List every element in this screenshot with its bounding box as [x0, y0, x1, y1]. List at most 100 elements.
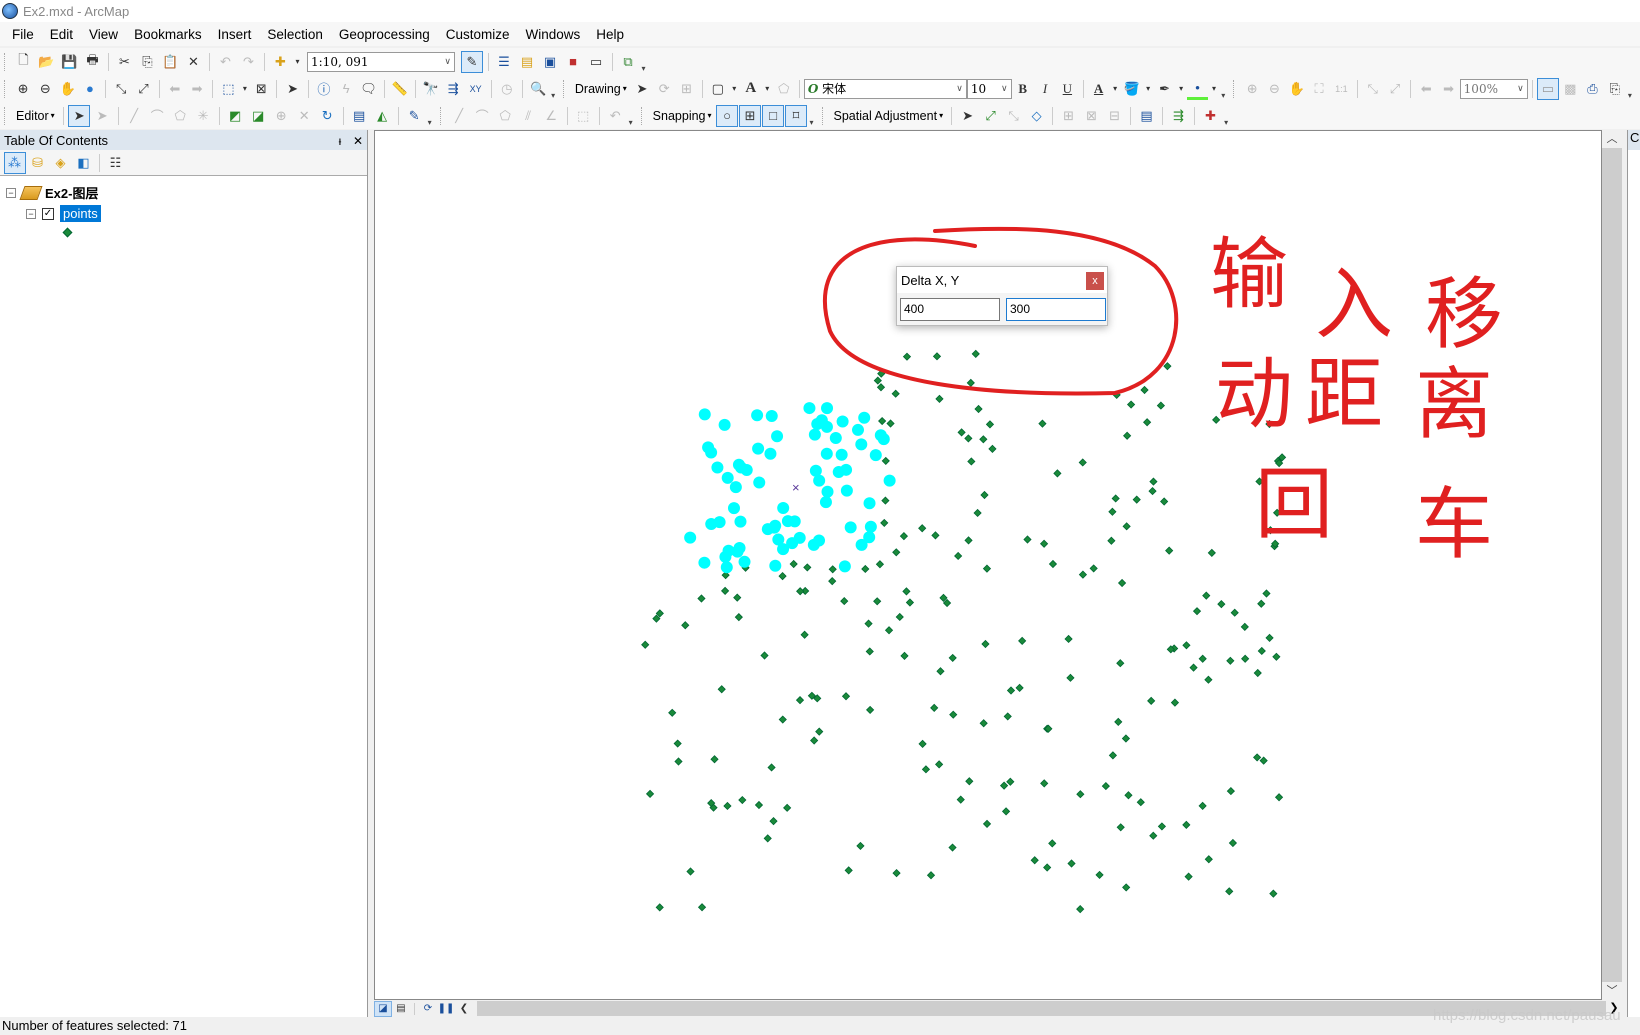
edit-tool-icon[interactable]: ➤	[68, 104, 91, 127]
point-feature[interactable]	[1116, 659, 1125, 668]
toolbar-grip[interactable]	[821, 106, 826, 125]
toolbar-grip[interactable]	[4, 106, 8, 125]
selected-point-feature[interactable]	[753, 476, 766, 489]
list-by-drawing-order-icon[interactable]: ⁂	[3, 151, 26, 174]
point-feature[interactable]	[876, 383, 886, 392]
point-feature[interactable]	[655, 903, 664, 912]
select-elements-icon[interactable]: ➤	[957, 105, 979, 127]
select-features-icon[interactable]: ⬚	[218, 78, 239, 100]
layer-name[interactable]: points	[60, 205, 101, 222]
focus-data-frame-icon[interactable]: ▩	[1560, 78, 1581, 100]
point-feature[interactable]	[873, 376, 882, 385]
point-feature[interactable]	[971, 349, 980, 358]
split-tool-icon[interactable]: ✕	[293, 105, 315, 127]
scroll-up-icon[interactable]: ︿	[1602, 130, 1622, 148]
point-feature[interactable]	[949, 710, 958, 719]
sketch-properties-icon[interactable]: ◭	[371, 105, 393, 127]
selected-point-feature[interactable]	[738, 555, 751, 568]
attributes-icon[interactable]: ▤	[348, 105, 370, 127]
point-feature[interactable]	[767, 763, 776, 772]
identify-icon[interactable]: ⓘ	[313, 78, 334, 100]
point-feature[interactable]	[1156, 401, 1166, 410]
map-canvas[interactable]: × 输入移动距离回车	[375, 131, 1602, 1000]
map-vertical-scrollbar[interactable]: ︿ ﹀	[1602, 130, 1622, 1000]
point-feature[interactable]	[841, 692, 851, 701]
pin-icon[interactable]: ᵼ	[339, 134, 342, 148]
selected-point-feature[interactable]	[811, 418, 824, 431]
selected-point-feature[interactable]	[851, 423, 864, 436]
data-driven-pages-icon[interactable]: ⎘	[1604, 78, 1625, 100]
selected-point-feature[interactable]	[855, 538, 868, 551]
menu-file[interactable]: File	[4, 27, 42, 42]
selected-point-feature[interactable]	[863, 497, 876, 510]
table-of-contents-icon[interactable]: ☰	[493, 51, 515, 73]
point-feature[interactable]	[886, 419, 895, 428]
selected-point-feature[interactable]	[821, 485, 834, 498]
point-feature[interactable]	[686, 867, 695, 876]
edit-vertices-icon[interactable]: ◩	[224, 105, 246, 127]
zoom-100-icon[interactable]: 1:1	[1331, 78, 1352, 100]
copy-parallel-icon[interactable]: ⫽	[517, 105, 539, 127]
point-feature[interactable]	[878, 416, 887, 426]
drawing-menu[interactable]: Drawing ▾	[571, 82, 631, 96]
point-feature[interactable]	[932, 352, 942, 361]
marker-color-dropdown-icon[interactable]: ▾	[1209, 78, 1219, 100]
italic-button[interactable]: I	[1034, 78, 1055, 100]
point-feature[interactable]	[754, 800, 764, 810]
point-feature[interactable]	[1265, 633, 1274, 642]
straight-segment-icon[interactable]: ╱	[123, 105, 145, 127]
point-feature[interactable]	[1066, 673, 1075, 682]
selected-point-feature[interactable]	[771, 430, 784, 443]
selected-point-feature[interactable]	[821, 402, 834, 415]
point-feature[interactable]	[1114, 717, 1123, 726]
point-feature[interactable]	[865, 647, 874, 656]
editor-toolbar-icon[interactable]: ✎	[461, 50, 483, 73]
selected-point-feature[interactable]	[819, 496, 832, 509]
new-displacement-link-icon[interactable]: ⤢	[980, 105, 1002, 127]
point-feature[interactable]	[1189, 663, 1198, 672]
point-feature[interactable]	[891, 389, 900, 398]
point-feature[interactable]	[1225, 887, 1234, 896]
selected-point-feature[interactable]	[844, 521, 857, 534]
point-feature[interactable]	[1274, 793, 1284, 802]
point-feature[interactable]	[1149, 831, 1158, 840]
point-feature[interactable]	[935, 394, 944, 403]
point-feature[interactable]	[1108, 507, 1117, 516]
point-feature[interactable]	[738, 795, 747, 805]
point-feature[interactable]	[1228, 838, 1238, 848]
selected-point-feature[interactable]	[684, 531, 697, 544]
layer-row[interactable]: − ✓ points	[6, 203, 361, 224]
selected-point-feature[interactable]	[883, 474, 896, 487]
toolbar-grip[interactable]	[4, 52, 8, 71]
clear-limited-area-icon[interactable]: ⊟	[1104, 105, 1126, 127]
selected-point-feature[interactable]	[765, 409, 778, 422]
font-color-icon[interactable]: A	[1088, 78, 1109, 100]
point-feature[interactable]	[899, 532, 909, 541]
point-feature[interactable]	[918, 524, 927, 533]
point-feature[interactable]	[828, 565, 837, 574]
toolbar-grip[interactable]	[640, 106, 645, 125]
new-identity-link-icon[interactable]: ⊞	[1058, 105, 1080, 127]
point-feature[interactable]	[999, 781, 1009, 790]
point-feature[interactable]	[967, 457, 976, 466]
delete-icon[interactable]: ✕	[183, 51, 205, 73]
point-feature[interactable]	[1101, 781, 1110, 791]
point-feature[interactable]	[1136, 798, 1145, 807]
point-dropdown-icon[interactable]: ✳	[192, 105, 214, 127]
rectangle-dropdown-icon[interactable]: ▾	[729, 78, 739, 100]
toolbar-options-icon[interactable]: ▾	[1219, 78, 1227, 100]
point-feature[interactable]	[1116, 823, 1125, 832]
model-builder-icon[interactable]: ⧉	[617, 51, 639, 73]
point-feature[interactable]	[1078, 570, 1088, 579]
point-feature[interactable]	[1039, 539, 1049, 548]
pan-icon[interactable]: ✋	[57, 78, 78, 100]
point-feature[interactable]	[1089, 564, 1098, 573]
paste-icon[interactable]: 📋	[160, 51, 182, 73]
line-color-icon[interactable]: ✒	[1154, 78, 1175, 100]
selected-point-feature[interactable]	[731, 545, 744, 558]
marker-color-icon[interactable]: •	[1186, 78, 1209, 100]
point-feature[interactable]	[717, 685, 726, 694]
end-snapping-icon[interactable]: ⊞	[739, 104, 762, 127]
point-feature[interactable]	[926, 871, 936, 880]
point-feature[interactable]	[815, 727, 824, 736]
